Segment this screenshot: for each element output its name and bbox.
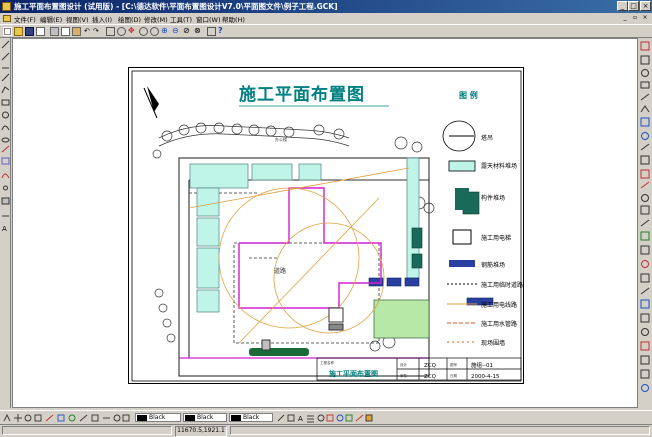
- zoom-in-icon[interactable]: [139, 27, 148, 36]
- menu-window[interactable]: 窗口(W): [196, 14, 221, 24]
- svg-text:施工用电梯: 施工用电梯: [481, 234, 511, 242]
- undo-icon[interactable]: ↶: [84, 27, 93, 36]
- save-icon[interactable]: [25, 27, 34, 36]
- color-swatch-1: [137, 414, 147, 421]
- maximize-button[interactable]: □: [628, 1, 639, 11]
- help-icon[interactable]: ?: [218, 27, 227, 36]
- modify-tool-icons[interactable]: [638, 38, 652, 408]
- paste-icon[interactable]: [72, 27, 81, 36]
- window-titlebar: 施工平面布置图设计 (试用版) - [C:\德达软件\平面布置图设计V7.0\平…: [0, 0, 652, 13]
- svg-text:钢筋堆场: 钢筋堆场: [481, 261, 505, 269]
- svg-text:A: A: [2, 225, 7, 233]
- sheet-no-label: 图号: [450, 362, 458, 367]
- svg-text:施工用临时道路: 施工用临时道路: [481, 281, 523, 289]
- svg-text:施工用水管路: 施工用水管路: [481, 320, 517, 328]
- menu-modify[interactable]: 修改(M): [144, 14, 168, 24]
- menu-tools[interactable]: 工具(T): [170, 14, 192, 24]
- date-label: 日期: [450, 373, 458, 378]
- building-label: 办公楼: [275, 136, 287, 142]
- zoom-realtime-icon[interactable]: [117, 27, 126, 36]
- north-arrow-icon: [143, 86, 159, 119]
- close-button[interactable]: ×: [640, 1, 651, 11]
- color-select-2-value: Black: [197, 414, 214, 421]
- svg-text:施工用电线路: 施工用电线路: [481, 301, 517, 309]
- menu-edit[interactable]: 编辑(E): [40, 14, 62, 24]
- menu-insert[interactable]: 插入(I): [92, 14, 112, 24]
- road-label: 道路: [274, 267, 286, 275]
- designer-label: 设计: [400, 362, 408, 367]
- legend-item-power-line: 施工用电线路: [447, 301, 517, 309]
- style-tool-icons[interactable]: A: [276, 412, 376, 424]
- sheet-no-value: 施组--01: [471, 361, 493, 369]
- menu-file[interactable]: 文件(F): [14, 14, 36, 24]
- legend-item-rebar-yard: 钢筋堆场: [449, 260, 505, 269]
- legend-item-water-pipe: 施工用水管路: [447, 320, 517, 328]
- svg-text:塔吊: 塔吊: [481, 134, 493, 142]
- modify-toolbar: [638, 38, 652, 408]
- svg-text:露天材料堆场: 露天材料堆场: [481, 162, 517, 170]
- open-folder-icon[interactable]: [14, 27, 23, 36]
- pan-icon[interactable]: ✥: [128, 27, 137, 36]
- drawing-sheet: 道路 办公楼 施工平面布置图 图 例 塔吊 露天材料堆场 构件堆场 施工用电梯 …: [128, 67, 524, 384]
- status-bar: 11670.5,1921.1: [0, 424, 652, 437]
- zoom-previous-icon[interactable]: ⊘: [183, 27, 192, 36]
- status-message-panel: [2, 426, 172, 435]
- designer-value: ZCQ: [424, 363, 437, 369]
- redo-icon[interactable]: ↷: [93, 27, 102, 36]
- project-label: 工程名称: [320, 360, 334, 365]
- property-toolbar: Black Black Black A: [0, 410, 652, 424]
- checker-label: 审核: [400, 373, 408, 378]
- legend-item-tower-crane: 塔吊: [442, 120, 493, 152]
- menu-help[interactable]: 帮助(H): [222, 14, 245, 24]
- minimize-button[interactable]: _: [617, 1, 628, 11]
- zoom-out-icon[interactable]: [150, 27, 159, 36]
- title-block-name: 施工平面布置图: [329, 369, 378, 378]
- menu-view[interactable]: 视图(V): [66, 14, 89, 24]
- legend-item-construction-elevator: 施工用电梯: [452, 229, 511, 245]
- legend-item-site-wall: 现场围墙: [447, 339, 505, 347]
- copy-icon[interactable]: [61, 27, 70, 36]
- doc-minimize-button[interactable]: _: [621, 14, 629, 22]
- color-select-1-value: Black: [149, 414, 166, 421]
- color-select-2[interactable]: Black: [183, 413, 227, 422]
- color-swatch-3: [231, 414, 241, 421]
- zoom-window-icon[interactable]: [106, 27, 115, 36]
- zoom-extents-icon[interactable]: ⊕: [161, 27, 170, 36]
- status-info-panel: [230, 426, 650, 435]
- legend-item-component-yard: 构件堆场: [455, 188, 505, 210]
- svg-text:构件堆场: 构件堆场: [481, 194, 505, 202]
- checker-value: ZCQ: [424, 374, 437, 380]
- draw-tool-icons[interactable]: A: [0, 38, 11, 408]
- color-select-1[interactable]: Black: [135, 413, 181, 422]
- standard-toolbar: ↶ ↷ ✥ ⊕ ⊖ ⊘ ⊗ ?: [0, 24, 652, 38]
- site-plan-drawing: 道路 办公楼 施工平面布置图 图 例 塔吊 露天材料堆场 构件堆场 施工用电梯 …: [131, 70, 523, 382]
- legend-item-temporary-road: 施工用临时道路: [447, 281, 523, 289]
- svg-text:A: A: [298, 415, 303, 423]
- properties-icon[interactable]: [207, 27, 216, 36]
- color-select-3[interactable]: Black: [229, 413, 273, 422]
- print-icon[interactable]: [36, 27, 45, 36]
- zoom-all-icon[interactable]: ⊖: [172, 27, 181, 36]
- doc-restore-button[interactable]: ▫: [631, 14, 639, 22]
- property-tool-icons[interactable]: [2, 412, 132, 424]
- drawing-canvas[interactable]: 道路 办公楼 施工平面布置图 图 例 塔吊 露天材料堆场 构件堆场 施工用电梯 …: [12, 38, 638, 408]
- color-swatch-2: [185, 414, 195, 421]
- document-icon[interactable]: [3, 15, 11, 22]
- svg-text:现场围墙: 现场围墙: [481, 339, 505, 347]
- new-file-icon[interactable]: [3, 27, 12, 36]
- cut-icon[interactable]: [50, 27, 59, 36]
- date-value: 2000-4-15: [471, 374, 500, 380]
- coordinate-readout: 11670.5,1921.1: [175, 426, 227, 437]
- doc-close-button[interactable]: ×: [641, 14, 649, 22]
- legend-title: 图 例: [459, 90, 478, 100]
- color-select-3-value: Black: [243, 414, 260, 421]
- app-icon[interactable]: [2, 2, 11, 11]
- drawing-title: 施工平面布置图: [239, 84, 365, 105]
- redraw-icon[interactable]: ⊗: [194, 27, 203, 36]
- menu-bar: 文件(F) 编辑(E) 视图(V) 插入(I) 绘图(D) 修改(M) 工具(T…: [0, 13, 652, 24]
- legend-item-open-material-yard: 露天材料堆场: [448, 160, 517, 172]
- window-title: 施工平面布置图设计 (试用版) - [C:\德达软件\平面布置图设计V7.0\平…: [14, 2, 338, 11]
- draw-toolbar: A: [0, 38, 11, 408]
- menu-draw[interactable]: 绘图(D): [118, 14, 141, 24]
